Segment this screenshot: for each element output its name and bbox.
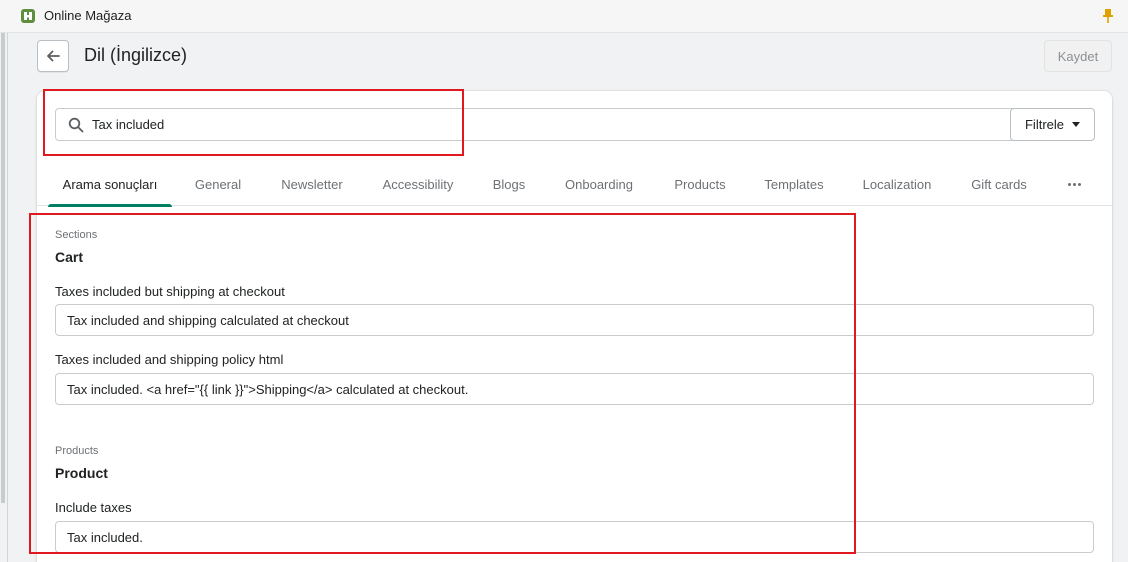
pin-icon[interactable] [1102, 8, 1114, 24]
more-tabs-icon[interactable] [1062, 163, 1086, 206]
tab-newsletter[interactable]: Newsletter [275, 163, 349, 206]
section-title: Product [55, 465, 108, 481]
page-title: Dil (İngilizce) [84, 45, 188, 65]
back-button[interactable] [37, 40, 69, 72]
tab-localization[interactable]: Localization [859, 163, 935, 206]
section-caption: Products [55, 445, 99, 457]
field-label: Include taxes [55, 500, 132, 515]
filter-button[interactable]: Filtrele [1010, 108, 1095, 141]
translation-input[interactable]: Tax included. [55, 521, 1094, 553]
translation-input[interactable]: Tax included and shipping calculated at … [55, 304, 1094, 336]
tab-gift-cards[interactable]: Gift cards [967, 163, 1031, 206]
field-label: Taxes included and shipping policy html [55, 352, 284, 367]
section-caption: Sections [55, 229, 98, 241]
app-title: Online Mağaza [44, 8, 132, 23]
search-icon [68, 117, 84, 133]
shopify-bag-icon [21, 9, 35, 23]
tab-accessibility[interactable]: Accessibility [377, 163, 459, 206]
arrow-left-icon [47, 50, 60, 62]
caret-down-icon [1072, 122, 1080, 127]
tab-products[interactable]: Products [669, 163, 731, 206]
tab-search-results[interactable]: Arama sonuçları [48, 163, 172, 207]
search-field[interactable] [55, 108, 1038, 141]
tab-bar: Arama sonuçları General Newsletter Acces… [37, 163, 1112, 207]
tab-general[interactable]: General [187, 163, 249, 206]
tab-templates[interactable]: Templates [761, 163, 827, 206]
tab-blogs[interactable]: Blogs [487, 163, 531, 206]
left-gutter [0, 33, 8, 562]
app-top-bar: Online Mağaza [0, 0, 1128, 33]
translation-card: Filtrele Arama sonuçları General Newslet… [37, 91, 1112, 562]
filter-button-label: Filtrele [1024, 117, 1064, 132]
field-label: Taxes included but shipping at checkout [55, 284, 285, 299]
search-input[interactable] [92, 109, 992, 140]
section-title: Cart [55, 249, 84, 265]
translation-input[interactable]: Tax included. <a href="{{ link }}">Shipp… [55, 373, 1094, 405]
save-button[interactable]: Kaydet [1044, 40, 1112, 72]
tab-onboarding[interactable]: Onboarding [559, 163, 639, 206]
